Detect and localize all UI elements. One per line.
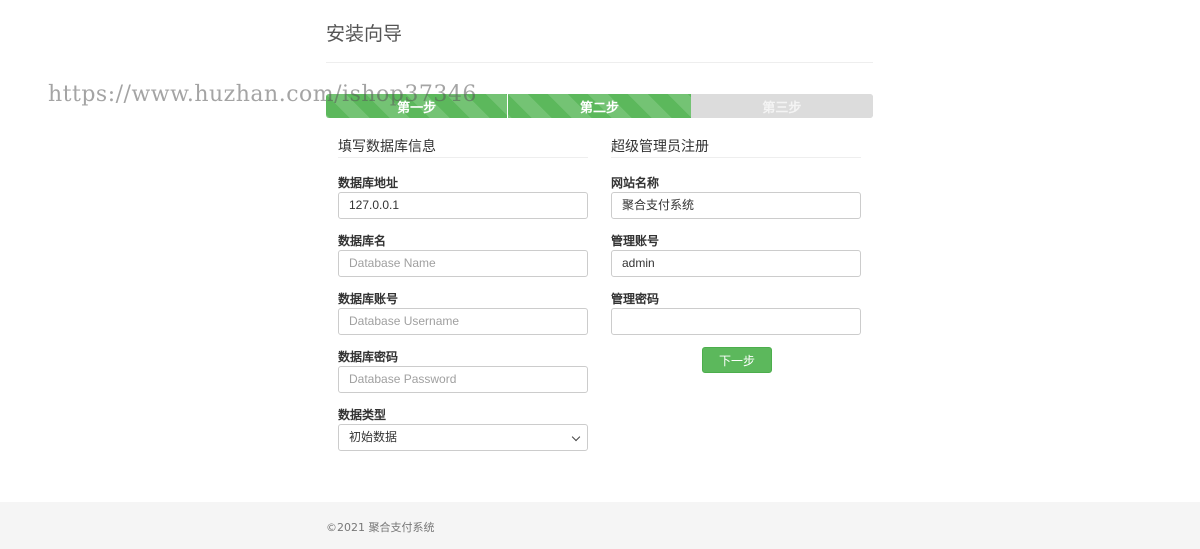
database-section-title: 填写数据库信息 (338, 136, 588, 158)
db-name-input[interactable]: Database Name (338, 250, 588, 277)
step-3: 第三步 (690, 94, 873, 118)
admin-account-input[interactable]: admin (611, 250, 861, 277)
db-password-label: 数据库密码 (338, 350, 399, 364)
db-user-label: 数据库账号 (338, 292, 399, 306)
admin-account-label: 管理账号 (611, 234, 660, 248)
db-host-input[interactable]: 127.0.0.1 (338, 192, 588, 219)
admin-section: 超级管理员注册 网站名称 聚合支付系统 管理账号 admin 管理密码 下一步 (611, 136, 861, 373)
db-name-label: 数据库名 (338, 234, 387, 248)
step-2: 第二步 (508, 94, 691, 118)
footer: ©2021 聚合支付系统 (0, 502, 1200, 549)
db-type-label: 数据类型 (338, 408, 387, 422)
page-title: 安装向导 (326, 23, 403, 45)
watermark-text: https://www.huzhan.com/ishop37346 (48, 82, 477, 107)
next-step-button[interactable]: 下一步 (702, 347, 772, 373)
title-divider (326, 62, 873, 63)
admin-password-label: 管理密码 (611, 292, 660, 306)
site-name-input[interactable]: 聚合支付系统 (611, 192, 861, 219)
admin-password-input[interactable] (611, 308, 861, 335)
database-section: 填写数据库信息 数据库地址 127.0.0.1 数据库名 Database Na… (338, 136, 588, 451)
db-password-input[interactable]: Database Password (338, 366, 588, 393)
db-type-select[interactable]: 初始数据 (338, 424, 588, 451)
db-host-label: 数据库地址 (338, 176, 399, 190)
admin-section-title: 超级管理员注册 (611, 136, 861, 158)
db-type-value: 初始数据 (349, 430, 398, 444)
chevron-down-icon (571, 432, 581, 442)
footer-copyright: ©2021 聚合支付系统 (326, 521, 435, 534)
db-user-input[interactable]: Database Username (338, 308, 588, 335)
site-name-label: 网站名称 (611, 176, 660, 190)
